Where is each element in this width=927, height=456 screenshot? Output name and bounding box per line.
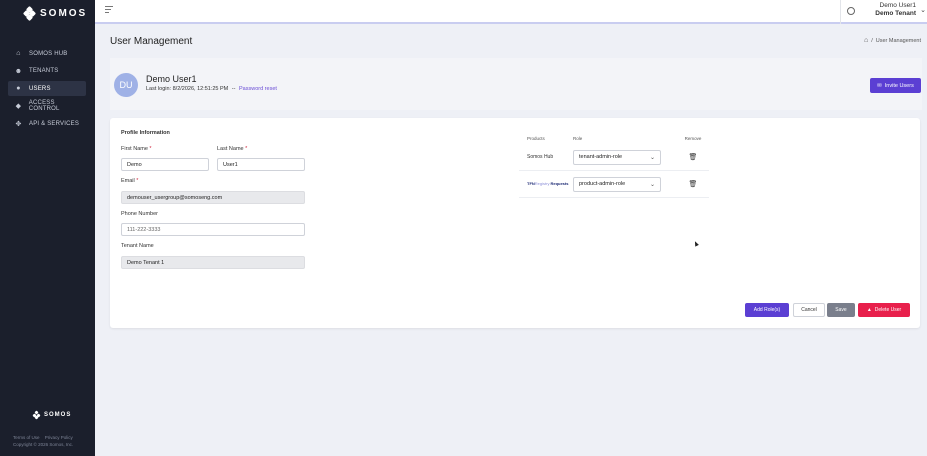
column-header-role: Role xyxy=(573,135,583,141)
last-name-label-text: Last Name xyxy=(217,146,244,152)
brand-name: SOMOS xyxy=(40,7,88,19)
sidebar-item-users[interactable]: ● USERS xyxy=(8,81,86,96)
breadcrumb-current: User Management xyxy=(875,37,921,44)
last-login-line: Last login: 8/2/2026, 12:51:25 PM -- Pas… xyxy=(146,86,277,92)
role-cell: product-admin-role ⌄ xyxy=(573,176,677,192)
product-logo: TFNRegistryRequests xyxy=(519,181,573,187)
sidebar-item-label: API & SERVICES xyxy=(29,120,80,127)
tenant-label: Tenant Name xyxy=(121,243,154,249)
required-mark: * xyxy=(136,178,139,184)
table-header: Products Role Remove xyxy=(519,132,709,144)
last-name-field[interactable]: User1 xyxy=(217,158,305,171)
add-roles-button[interactable]: Add Role(s) xyxy=(745,303,789,317)
save-button[interactable]: Save xyxy=(827,303,855,317)
product-name: Somos Hub xyxy=(527,154,554,160)
role-value: product-admin-role xyxy=(579,181,626,187)
tfn-suffix: Requests xyxy=(550,181,569,186)
chevron-down-icon: ⌄ xyxy=(649,181,655,188)
section-title: Profile Information xyxy=(121,130,170,136)
first-name-field[interactable]: Demo xyxy=(121,158,209,171)
invite-users-button[interactable]: ✉ Invite Users xyxy=(870,78,921,93)
home-icon: ⌂ xyxy=(16,50,21,57)
role-select[interactable]: product-admin-role ⌄ xyxy=(573,176,661,192)
trash-icon[interactable]: 🗑 xyxy=(677,153,709,161)
meta-separator: -- xyxy=(231,86,236,92)
sidebar-item-access-control[interactable]: ◆ ACCESS CONTROL xyxy=(8,99,86,114)
role-cell: tenant-admin-role ⌄ xyxy=(573,149,677,165)
top-bar: Demo User1 Demo Tenant ⌄ xyxy=(95,0,927,24)
user-header: DU Demo User1 Last login: 8/2/2026, 12:5… xyxy=(110,58,922,110)
chevron-down-icon: ⌄ xyxy=(649,154,655,161)
required-mark: * xyxy=(245,146,248,152)
column-header-remove: Remove xyxy=(684,135,702,141)
footer-brand-name: SOMOS xyxy=(44,412,72,418)
avatar: DU xyxy=(114,73,138,97)
phone-label: Phone Number xyxy=(121,211,158,217)
user-menu[interactable]: Demo User1 Demo Tenant ⌄ xyxy=(840,0,927,24)
mail-icon: ✉ xyxy=(877,82,882,89)
chevron-down-icon: ⌄ xyxy=(920,7,926,14)
menu-toggle-icon[interactable] xyxy=(105,6,113,14)
footer-logo: SOMOS xyxy=(32,410,72,420)
shield-icon: ◆ xyxy=(15,103,22,110)
sidebar-item-api-services[interactable]: ✥ API & SERVICES xyxy=(8,116,86,131)
last-login-value: 8/2/2026, 12:51:25 PM xyxy=(172,86,229,92)
sidebar-item-label: TENANTS xyxy=(29,68,59,74)
delete-user-button[interactable]: ▲ Delete User xyxy=(858,303,910,317)
somos-logo-icon xyxy=(32,410,41,420)
user-icon: ● xyxy=(16,85,21,92)
topbar-user-name: Demo User1 xyxy=(879,2,916,9)
footer-links: Terms of Use Privacy Policy Copyright © … xyxy=(13,434,77,448)
sidebar-item-label: SOMOS HUB xyxy=(29,50,68,57)
tenant-field: Demo Tenant 1 xyxy=(121,256,305,269)
somos-logo-icon xyxy=(22,5,37,22)
account-icon xyxy=(847,7,855,15)
copyright-text: Copyright © 2026 Somos, Inc. xyxy=(13,442,74,447)
terms-link[interactable]: Terms of Use xyxy=(13,435,40,440)
warning-icon: ▲ xyxy=(866,307,872,313)
password-reset-link[interactable]: Password reset xyxy=(239,86,277,92)
home-icon[interactable]: ⌂ xyxy=(864,37,868,44)
sidebar: SOMOS ⌂ SOMOS HUB ☻ TENANTS ● USERS ◆ AC… xyxy=(0,0,95,456)
tfn-prefix: TFN xyxy=(527,181,535,186)
email-field: demouser_usergroup@somoseng.com xyxy=(121,191,305,204)
brand-logo[interactable]: SOMOS xyxy=(22,5,88,22)
sidebar-nav: ⌂ SOMOS HUB ☻ TENANTS ● USERS ◆ ACCESS C… xyxy=(8,46,86,134)
sidebar-item-label: ACCESS CONTROL xyxy=(28,100,60,112)
last-login-label: Last login: xyxy=(146,86,172,92)
table-row: TFNRegistryRequests product-admin-role ⌄… xyxy=(519,171,709,198)
invite-users-label: Invite Users xyxy=(884,82,914,89)
table-row: Somos Hub tenant-admin-role ⌄ 🗑 xyxy=(519,144,709,171)
delete-user-label: Delete User xyxy=(874,307,902,313)
user-display-name: Demo User1 xyxy=(146,74,197,84)
phone-field[interactable]: 111-222-3333 xyxy=(121,223,305,236)
sidebar-item-somos-hub[interactable]: ⌂ SOMOS HUB xyxy=(8,46,86,61)
api-icon: ✥ xyxy=(15,120,22,128)
trash-icon[interactable]: 🗑 xyxy=(677,180,709,188)
breadcrumb: ⌂ / User Management xyxy=(864,37,921,44)
cancel-button[interactable]: Cancel xyxy=(793,303,825,317)
breadcrumb-separator: / xyxy=(871,37,873,44)
privacy-link[interactable]: Privacy Policy xyxy=(45,435,73,440)
required-mark: * xyxy=(149,146,152,152)
role-value: tenant-admin-role xyxy=(579,154,623,160)
page-title: User Management xyxy=(110,36,193,47)
users-icon: ☻ xyxy=(14,67,23,75)
email-label: Email * xyxy=(121,178,138,184)
user-menu-label: Demo User1 Demo Tenant xyxy=(875,2,916,18)
sidebar-item-label: USERS xyxy=(29,85,51,92)
profile-card: Profile Information First Name * Demo La… xyxy=(110,118,920,328)
tfn-mid: Registry xyxy=(534,181,550,186)
role-select[interactable]: tenant-admin-role ⌄ xyxy=(573,149,661,165)
column-header-products: Products xyxy=(527,135,545,141)
sidebar-item-tenants[interactable]: ☻ TENANTS xyxy=(8,64,86,79)
last-name-label: Last Name * xyxy=(217,146,247,152)
first-name-label-text: First Name xyxy=(121,146,148,152)
product-roles-table: Products Role Remove Somos Hub tenant-ad… xyxy=(519,132,709,198)
email-label-text: Email xyxy=(121,178,135,184)
topbar-tenant-name: Demo Tenant xyxy=(875,10,916,17)
first-name-label: First Name * xyxy=(121,146,152,152)
